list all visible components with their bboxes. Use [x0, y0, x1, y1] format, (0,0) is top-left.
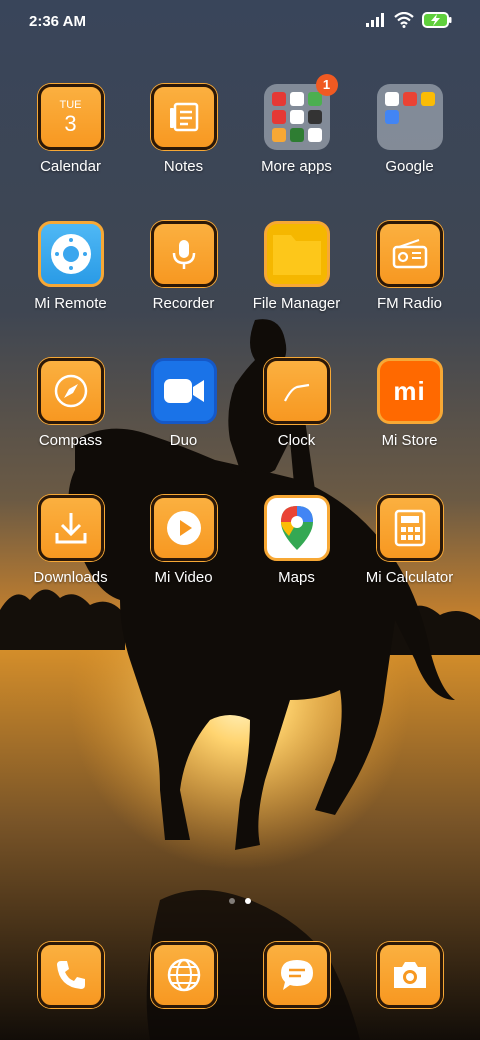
app-maps[interactable]: Maps: [240, 495, 353, 586]
page-dot[interactable]: [229, 898, 235, 904]
map-pin-icon: [263, 495, 330, 561]
status-bar: 2:36 AM: [0, 0, 480, 44]
calendar-day: TUE: [59, 99, 82, 111]
app-label: Mi Calculator: [365, 569, 454, 586]
camera-icon: [376, 942, 443, 1008]
mini-app-icon: [307, 92, 322, 106]
folder-icon: [376, 84, 443, 150]
mini-app-icon: [289, 128, 304, 142]
dock-camera[interactable]: [353, 942, 466, 1008]
battery-charging-icon: [422, 12, 452, 28]
app-calendar[interactable]: TUE 3 Calendar: [14, 84, 127, 175]
mi-logo-text: mi: [393, 375, 426, 406]
gmail-icon: [402, 92, 417, 106]
mini-app-icon: [289, 92, 304, 106]
status-icons: [366, 12, 452, 28]
mini-app-icon: [271, 128, 286, 142]
download-icon: [37, 495, 104, 561]
app-label: Clock: [277, 432, 316, 449]
app-file-manager[interactable]: File Manager: [240, 221, 353, 312]
folder-icon: 1: [263, 74, 338, 150]
app-clock[interactable]: Clock: [240, 358, 353, 449]
microphone-icon: [150, 221, 217, 287]
mini-app-icon: [307, 128, 322, 142]
app-mi-remote[interactable]: Mi Remote: [14, 221, 127, 312]
folder-google[interactable]: Google: [353, 84, 466, 175]
notification-badge: 1: [315, 74, 338, 96]
dock-phone[interactable]: [14, 942, 127, 1008]
dock-browser[interactable]: [127, 942, 240, 1008]
app-label: Duo: [169, 432, 198, 449]
mini-app-icon: [271, 110, 286, 124]
message-icon: [263, 942, 330, 1008]
app-notes[interactable]: Notes: [127, 84, 240, 175]
status-time: 2:36 AM: [29, 13, 86, 30]
drive-icon: [420, 92, 435, 106]
globe-icon: [150, 942, 217, 1008]
compass-icon: [37, 358, 104, 424]
remote-icon: [37, 221, 104, 287]
app-label: Maps: [278, 569, 315, 586]
clock-icon: [263, 358, 330, 424]
app-label: Mi Video: [154, 569, 213, 586]
notes-icon: [150, 84, 217, 150]
app-downloads[interactable]: Downloads: [14, 495, 127, 586]
page-indicator[interactable]: [0, 898, 480, 904]
folder-more-apps[interactable]: 1 More apps: [240, 74, 353, 175]
app-duo[interactable]: Duo: [127, 358, 240, 449]
home-screen-grid: TUE 3 Calendar Notes 1 More apps Google …: [0, 0, 480, 1040]
app-mi-video[interactable]: Mi Video: [127, 495, 240, 586]
app-label: File Manager: [252, 295, 341, 312]
app-label: Calendar: [40, 158, 101, 175]
radio-icon: [376, 221, 443, 287]
photos-icon: [384, 110, 399, 124]
app-label: Notes: [163, 158, 204, 175]
calendar-date: 3: [64, 111, 77, 136]
signal-icon: [366, 13, 384, 27]
google-icon: [384, 92, 399, 106]
app-label: Mi Store: [381, 432, 438, 449]
app-label: More apps: [261, 158, 332, 175]
mini-app-icon: [307, 110, 322, 124]
app-label: Google: [385, 158, 434, 175]
mi-logo-icon: mi: [376, 358, 443, 424]
app-label: Mi Remote: [34, 295, 107, 312]
app-recorder[interactable]: Recorder: [127, 221, 240, 312]
phone-icon: [37, 942, 104, 1008]
app-label: Downloads: [33, 569, 108, 586]
app-label: Recorder: [152, 295, 215, 312]
play-icon: [150, 495, 217, 561]
app-label: Compass: [38, 432, 103, 449]
dock-messages[interactable]: [240, 942, 353, 1008]
mini-app-icon: [289, 110, 304, 124]
app-compass[interactable]: Compass: [14, 358, 127, 449]
app-mi-calculator[interactable]: Mi Calculator: [353, 495, 466, 586]
video-camera-icon: [150, 358, 217, 424]
folder-file-icon: [263, 221, 330, 287]
calculator-icon: [376, 495, 443, 561]
mini-app-icon: [271, 92, 286, 106]
wifi-icon: [394, 12, 414, 28]
app-fm-radio[interactable]: FM Radio: [353, 221, 466, 312]
calendar-icon: TUE 3: [37, 84, 104, 150]
page-dot-active[interactable]: [245, 898, 251, 904]
app-mi-store[interactable]: mi Mi Store: [353, 358, 466, 449]
app-label: FM Radio: [376, 295, 443, 312]
